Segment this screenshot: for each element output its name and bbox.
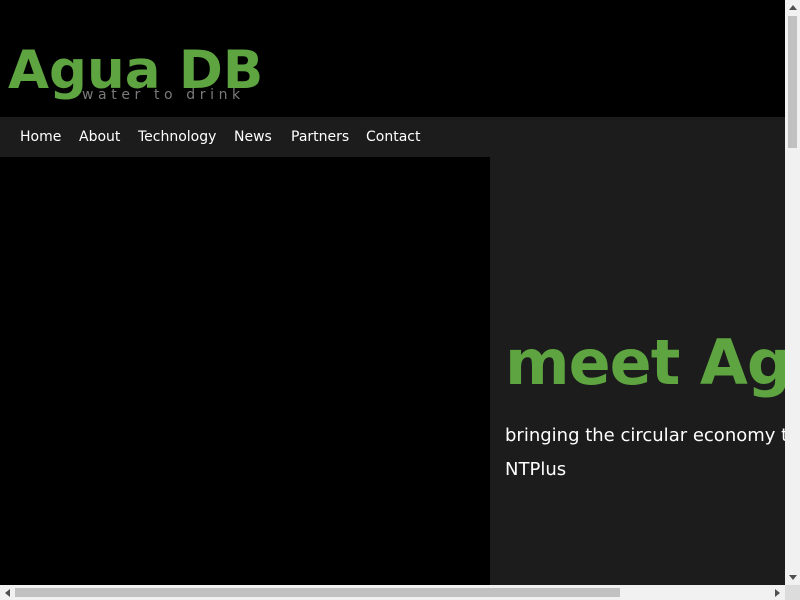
hero-title: meet Agua DB [505, 326, 785, 399]
triangle-down-icon[interactable] [785, 570, 800, 585]
hero-subtitle: bringing the circular economy to NTPlus [505, 419, 785, 487]
vertical-scrollbar[interactable] [785, 0, 800, 585]
horizontal-scrollbar[interactable] [0, 585, 785, 600]
scrollbar-corner [785, 585, 800, 600]
hero-media-area [0, 157, 490, 585]
nav-item-about[interactable]: About [79, 117, 120, 157]
horizontal-scrollbar-thumb[interactable] [15, 588, 620, 597]
hero-subtitle-line-1: bringing the circular economy to [505, 425, 785, 446]
hero-section: meet Agua DB bringing the circular econo… [490, 157, 785, 585]
nav-item-partners[interactable]: Partners [291, 117, 349, 157]
triangle-left-icon[interactable] [0, 585, 15, 600]
nav-item-contact[interactable]: Contact [366, 117, 420, 157]
vertical-scrollbar-thumb[interactable] [788, 16, 797, 148]
triangle-right-icon[interactable] [770, 585, 785, 600]
site-header: Agua DB water to drink [0, 0, 785, 117]
main-nav: Home About Technology News Partners Cont… [0, 117, 785, 157]
page-viewport: Agua DB water to drink Home About Techno… [0, 0, 785, 585]
hero-subtitle-line-2: NTPlus [505, 459, 567, 480]
site-logo-tagline: water to drink [82, 87, 245, 103]
nav-item-technology[interactable]: Technology [138, 117, 216, 157]
nav-item-news[interactable]: News [234, 117, 272, 157]
triangle-up-icon[interactable] [785, 0, 800, 15]
nav-item-home[interactable]: Home [20, 117, 61, 157]
